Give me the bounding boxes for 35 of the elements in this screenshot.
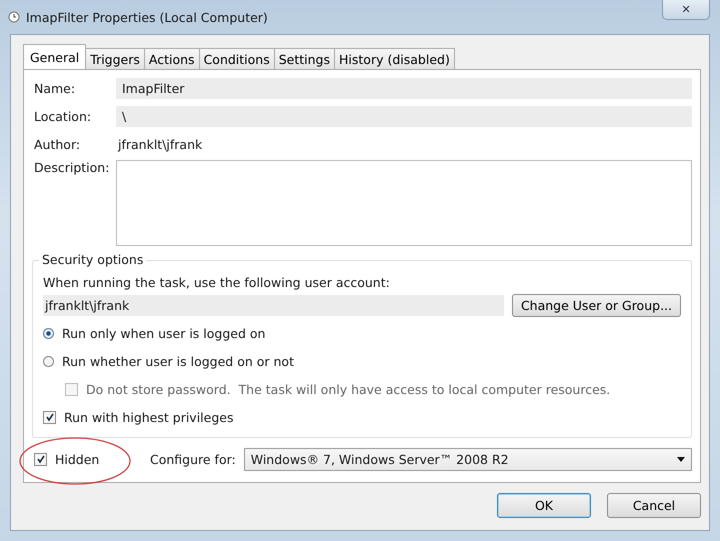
field-label: Name: (33, 80, 76, 96)
clock-icon (8, 11, 20, 23)
tab[interactable]: General (23, 44, 86, 69)
configure-label: Configure for: (150, 452, 236, 466)
radio-button[interactable] (43, 328, 54, 338)
option-label: Run with highest privileges (64, 410, 234, 424)
cancel-button[interactable]: Cancel (607, 493, 701, 518)
configure-dropdown[interactable]: Windows® 7, Windows Server™ 2008 R2 (244, 448, 692, 470)
option-label: Do not store password. The task will only have access to local computer resources. (86, 382, 610, 396)
account-prompt: When running the task, use the following user account: (43, 275, 391, 290)
tab[interactable]: Conditions (198, 48, 275, 69)
field-value: jfranklt\jfrank (116, 136, 202, 152)
group-title: Security options (39, 252, 146, 267)
option-label: Run whether user is logged on or not (62, 354, 294, 368)
checkbox[interactable] (43, 410, 56, 424)
option-label: Run only when user is logged on (62, 326, 266, 340)
option-label: Hidden (55, 452, 100, 466)
ok-button[interactable]: OK (497, 493, 591, 518)
close-button[interactable]: ✕ (662, 0, 710, 20)
field-label: Author: (33, 136, 82, 152)
tab[interactable]: Actions (144, 48, 200, 69)
tab[interactable]: Settings (274, 48, 336, 69)
tab[interactable]: Triggers (85, 48, 145, 69)
window-title: ImapFilter Properties (Local Computer) (26, 10, 268, 24)
caret-icon (677, 456, 685, 462)
tab[interactable]: History (disabled) (334, 48, 455, 69)
account-field[interactable]: jfranklt\jfrank (43, 295, 504, 316)
change-user-button[interactable]: Change User or Group... (512, 294, 681, 317)
description-field[interactable] (116, 160, 692, 246)
readonly-field[interactable]: \ (116, 106, 692, 126)
field-label: Description: (33, 160, 110, 175)
readonly-field[interactable]: ImapFilter (116, 78, 692, 98)
field-label: Location: (33, 108, 92, 124)
radio-button[interactable] (43, 356, 54, 366)
checkbox[interactable] (34, 452, 47, 466)
